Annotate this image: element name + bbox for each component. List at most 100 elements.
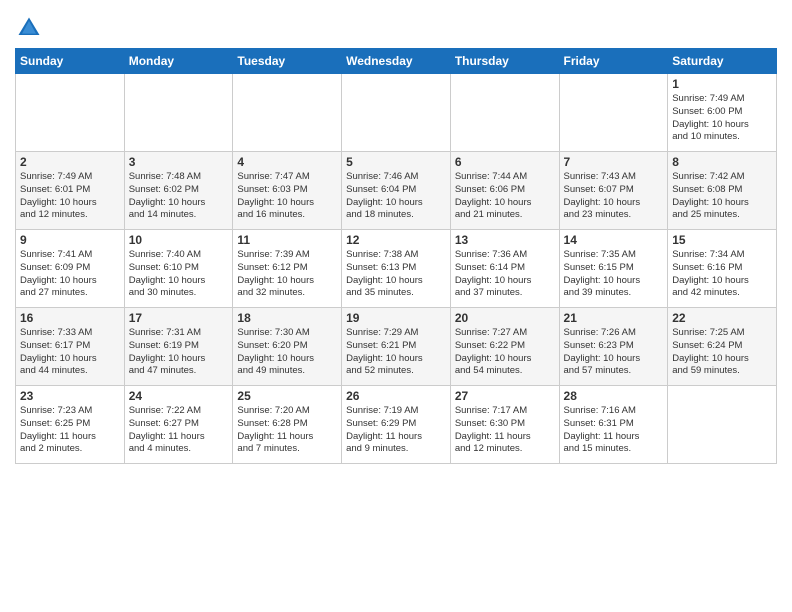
day-number: 10	[129, 233, 229, 247]
calendar-cell: 5 Sunrise: 7:46 AM Sunset: 6:04 PM Daylig…	[342, 152, 451, 230]
week-row-2: 2 Sunrise: 7:49 AM Sunset: 6:01 PM Daylig…	[16, 152, 777, 230]
day-info: Sunrise: 7:44 AM Sunset: 6:06 PM Dayligh…	[455, 171, 555, 222]
day-info: Sunrise: 7:39 AM Sunset: 6:12 PM Dayligh…	[237, 249, 337, 300]
day-number: 9	[20, 233, 120, 247]
day-info: Sunrise: 7:20 AM Sunset: 6:28 PM Dayligh…	[237, 405, 337, 456]
calendar-cell: 24 Sunrise: 7:22 AM Sunset: 6:27 PM Dayli…	[124, 386, 233, 464]
day-info: Sunrise: 7:27 AM Sunset: 6:22 PM Dayligh…	[455, 327, 555, 378]
calendar-cell: 12 Sunrise: 7:38 AM Sunset: 6:13 PM Dayli…	[342, 230, 451, 308]
calendar-cell: 4 Sunrise: 7:47 AM Sunset: 6:03 PM Daylig…	[233, 152, 342, 230]
calendar-cell: 2 Sunrise: 7:49 AM Sunset: 6:01 PM Daylig…	[16, 152, 125, 230]
day-number: 7	[564, 155, 664, 169]
day-number: 24	[129, 389, 229, 403]
calendar-cell: 18 Sunrise: 7:30 AM Sunset: 6:20 PM Dayli…	[233, 308, 342, 386]
day-number: 18	[237, 311, 337, 325]
day-number: 20	[455, 311, 555, 325]
weekday-header-wednesday: Wednesday	[342, 49, 451, 74]
day-number: 1	[672, 77, 772, 91]
logo	[15, 14, 47, 42]
day-info: Sunrise: 7:36 AM Sunset: 6:14 PM Dayligh…	[455, 249, 555, 300]
week-row-4: 16 Sunrise: 7:33 AM Sunset: 6:17 PM Dayli…	[16, 308, 777, 386]
day-info: Sunrise: 7:33 AM Sunset: 6:17 PM Dayligh…	[20, 327, 120, 378]
weekday-header-sunday: Sunday	[16, 49, 125, 74]
day-info: Sunrise: 7:46 AM Sunset: 6:04 PM Dayligh…	[346, 171, 446, 222]
day-info: Sunrise: 7:23 AM Sunset: 6:25 PM Dayligh…	[20, 405, 120, 456]
calendar-cell: 16 Sunrise: 7:33 AM Sunset: 6:17 PM Dayli…	[16, 308, 125, 386]
day-number: 12	[346, 233, 446, 247]
day-info: Sunrise: 7:47 AM Sunset: 6:03 PM Dayligh…	[237, 171, 337, 222]
day-number: 11	[237, 233, 337, 247]
day-info: Sunrise: 7:43 AM Sunset: 6:07 PM Dayligh…	[564, 171, 664, 222]
calendar-cell	[450, 74, 559, 152]
weekday-header-saturday: Saturday	[668, 49, 777, 74]
day-info: Sunrise: 7:25 AM Sunset: 6:24 PM Dayligh…	[672, 327, 772, 378]
calendar-cell	[559, 74, 668, 152]
weekday-header-row: SundayMondayTuesdayWednesdayThursdayFrid…	[16, 49, 777, 74]
calendar-header	[15, 10, 777, 42]
day-info: Sunrise: 7:35 AM Sunset: 6:15 PM Dayligh…	[564, 249, 664, 300]
calendar-cell: 7 Sunrise: 7:43 AM Sunset: 6:07 PM Daylig…	[559, 152, 668, 230]
day-info: Sunrise: 7:22 AM Sunset: 6:27 PM Dayligh…	[129, 405, 229, 456]
calendar-cell: 20 Sunrise: 7:27 AM Sunset: 6:22 PM Dayli…	[450, 308, 559, 386]
day-number: 4	[237, 155, 337, 169]
day-info: Sunrise: 7:41 AM Sunset: 6:09 PM Dayligh…	[20, 249, 120, 300]
calendar-cell: 28 Sunrise: 7:16 AM Sunset: 6:31 PM Dayli…	[559, 386, 668, 464]
day-number: 21	[564, 311, 664, 325]
day-number: 17	[129, 311, 229, 325]
day-info: Sunrise: 7:34 AM Sunset: 6:16 PM Dayligh…	[672, 249, 772, 300]
weekday-header-tuesday: Tuesday	[233, 49, 342, 74]
day-info: Sunrise: 7:40 AM Sunset: 6:10 PM Dayligh…	[129, 249, 229, 300]
calendar-cell: 19Sunrise: 7:29 AM Sunset: 6:21 PM Dayli…	[342, 308, 451, 386]
calendar-cell: 22 Sunrise: 7:25 AM Sunset: 6:24 PM Dayli…	[668, 308, 777, 386]
week-row-5: 23 Sunrise: 7:23 AM Sunset: 6:25 PM Dayli…	[16, 386, 777, 464]
day-info: Sunrise: 7:16 AM Sunset: 6:31 PM Dayligh…	[564, 405, 664, 456]
calendar-cell: 23 Sunrise: 7:23 AM Sunset: 6:25 PM Dayli…	[16, 386, 125, 464]
day-info: Sunrise: 7:38 AM Sunset: 6:13 PM Dayligh…	[346, 249, 446, 300]
calendar-cell: 27 Sunrise: 7:17 AM Sunset: 6:30 PM Dayli…	[450, 386, 559, 464]
calendar-cell: 11 Sunrise: 7:39 AM Sunset: 6:12 PM Dayli…	[233, 230, 342, 308]
day-number: 28	[564, 389, 664, 403]
day-number: 13	[455, 233, 555, 247]
day-info: Sunrise: 7:29 AM Sunset: 6:21 PM Dayligh…	[346, 327, 446, 378]
week-row-3: 9 Sunrise: 7:41 AM Sunset: 6:09 PM Daylig…	[16, 230, 777, 308]
calendar-cell: 6 Sunrise: 7:44 AM Sunset: 6:06 PM Daylig…	[450, 152, 559, 230]
day-info: Sunrise: 7:48 AM Sunset: 6:02 PM Dayligh…	[129, 171, 229, 222]
day-number: 5	[346, 155, 446, 169]
day-number: 6	[455, 155, 555, 169]
day-number: 3	[129, 155, 229, 169]
weekday-header-monday: Monday	[124, 49, 233, 74]
day-info: Sunrise: 7:49 AM Sunset: 6:01 PM Dayligh…	[20, 171, 120, 222]
page-container: SundayMondayTuesdayWednesdayThursdayFrid…	[0, 0, 792, 474]
day-number: 26	[346, 389, 446, 403]
calendar-cell	[668, 386, 777, 464]
day-number: 14	[564, 233, 664, 247]
calendar-cell	[16, 74, 125, 152]
calendar-cell: 1 Sunrise: 7:49 AM Sunset: 6:00 PM Daylig…	[668, 74, 777, 152]
calendar-cell: 17Sunrise: 7:31 AM Sunset: 6:19 PM Dayli…	[124, 308, 233, 386]
week-row-1: 1 Sunrise: 7:49 AM Sunset: 6:00 PM Daylig…	[16, 74, 777, 152]
calendar-cell: 9 Sunrise: 7:41 AM Sunset: 6:09 PM Daylig…	[16, 230, 125, 308]
day-info: Sunrise: 7:30 AM Sunset: 6:20 PM Dayligh…	[237, 327, 337, 378]
day-number: 2	[20, 155, 120, 169]
calendar-table: SundayMondayTuesdayWednesdayThursdayFrid…	[15, 48, 777, 464]
day-number: 15	[672, 233, 772, 247]
calendar-cell: 10 Sunrise: 7:40 AM Sunset: 6:10 PM Dayli…	[124, 230, 233, 308]
day-number: 27	[455, 389, 555, 403]
day-info: Sunrise: 7:49 AM Sunset: 6:00 PM Dayligh…	[672, 93, 772, 144]
day-info: Sunrise: 7:19 AM Sunset: 6:29 PM Dayligh…	[346, 405, 446, 456]
day-info: Sunrise: 7:26 AM Sunset: 6:23 PM Dayligh…	[564, 327, 664, 378]
calendar-cell	[233, 74, 342, 152]
day-number: 23	[20, 389, 120, 403]
day-info: Sunrise: 7:17 AM Sunset: 6:30 PM Dayligh…	[455, 405, 555, 456]
calendar-cell: 21 Sunrise: 7:26 AM Sunset: 6:23 PM Dayli…	[559, 308, 668, 386]
calendar-cell	[124, 74, 233, 152]
day-number: 22	[672, 311, 772, 325]
day-number: 25	[237, 389, 337, 403]
calendar-cell: 8Sunrise: 7:42 AM Sunset: 6:08 PM Daylig…	[668, 152, 777, 230]
calendar-cell: 15 Sunrise: 7:34 AM Sunset: 6:16 PM Dayli…	[668, 230, 777, 308]
calendar-cell: 25 Sunrise: 7:20 AM Sunset: 6:28 PM Dayli…	[233, 386, 342, 464]
weekday-header-friday: Friday	[559, 49, 668, 74]
weekday-header-thursday: Thursday	[450, 49, 559, 74]
calendar-cell: 26 Sunrise: 7:19 AM Sunset: 6:29 PM Dayli…	[342, 386, 451, 464]
day-number: 16	[20, 311, 120, 325]
